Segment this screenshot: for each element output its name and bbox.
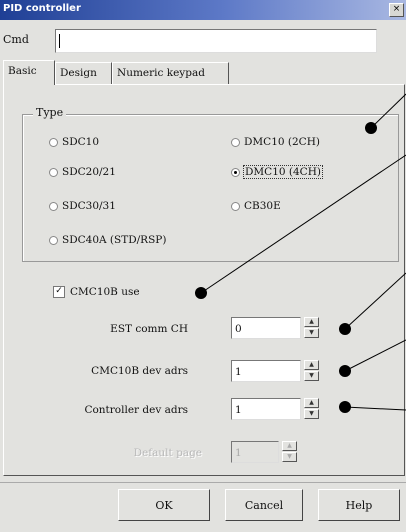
default-page-input: 1 [231,441,279,463]
spin-down-icon[interactable]: ▼ [304,409,319,419]
checkmark-icon: ✓ [53,286,65,298]
pid-controller-dialog: PID controller × Cmd Basic Design Numeri… [0,0,406,532]
title-bar[interactable]: PID controller × [0,0,406,20]
spin-down-icon[interactable]: ▼ [304,371,319,381]
radio-button-icon [231,137,240,147]
callout-dot [339,401,351,413]
radio-button-icon [49,235,58,245]
cmc10b-dev-adrs-stepper: ▲ ▼ [304,360,319,382]
close-button[interactable]: × [389,3,404,17]
controller-dev-adrs-label: Controller dev adrs [84,404,188,416]
type-group-title: Type [33,106,67,119]
default-page-stepper: ▲ ▼ [282,441,297,463]
radio-dmc10-2ch[interactable]: DMC10 (2CH) [231,136,320,148]
help-button[interactable]: Help [318,489,400,521]
controller-dev-adrs-input[interactable]: 1 [231,398,301,420]
cmc10b-use-label: CMC10B use [70,286,140,298]
command-label: Cmd [3,33,29,46]
radio-sdc10[interactable]: SDC10 [49,136,99,148]
radio-sdc30-31[interactable]: SDC30/31 [49,200,116,212]
spin-down-icon: ▼ [282,452,297,462]
radio-button-selected-icon [231,167,240,177]
spin-up-icon[interactable]: ▲ [304,317,319,327]
radio-button-icon [231,201,240,211]
radio-dmc10-4ch[interactable]: DMC10 (4CH) [231,165,323,179]
radio-label: SDC20/21 [62,166,116,178]
radio-cb30e[interactable]: CB30E [231,200,281,212]
radio-label: DMC10 (2CH) [244,136,320,148]
callout-dot [195,287,207,299]
tab-numeric-keypad[interactable]: Numeric keypad [112,62,229,84]
tab-basic[interactable]: Basic [3,60,55,85]
spin-down-icon[interactable]: ▼ [304,328,319,338]
window-title: PID controller [3,3,81,14]
controller-dev-adrs-stepper: ▲ ▼ [304,398,319,420]
callout-dot [339,323,351,335]
est-comm-ch-stepper: ▲ ▼ [304,317,319,339]
radio-label: SDC40A (STD/RSP) [62,234,167,246]
ok-button[interactable]: OK [118,489,210,521]
radio-sdc20-21[interactable]: SDC20/21 [49,166,116,178]
spin-up-icon: ▲ [282,441,297,451]
radio-button-icon [49,137,58,147]
callout-dot [365,122,377,134]
radio-label: SDC10 [62,136,100,148]
est-comm-ch-input[interactable]: 0 [231,317,301,339]
default-page-label: Default page [133,447,202,459]
spin-up-icon[interactable]: ▲ [304,360,319,370]
callout-dot [339,365,351,377]
radio-button-icon [49,167,58,177]
command-input[interactable] [55,29,377,53]
est-comm-ch-label: EST comm CH [110,323,188,335]
cancel-button[interactable]: Cancel [225,489,303,521]
command-row: Cmd [0,27,377,55]
spin-up-icon[interactable]: ▲ [304,398,319,408]
cmc10b-dev-adrs-input[interactable]: 1 [231,360,301,382]
radio-sdc40a[interactable]: SDC40A (STD/RSP) [49,234,166,246]
text-caret [59,34,60,48]
cmc10b-dev-adrs-label: CMC10B dev adrs [91,365,188,377]
tab-design[interactable]: Design [55,62,112,84]
radio-label: SDC30/31 [62,200,116,212]
radio-button-icon [49,201,58,211]
radio-label: DMC10 (4CH) [243,165,323,179]
cmc10b-use-checkbox[interactable]: ✓ CMC10B use [53,286,140,298]
radio-label: CB30E [244,200,281,212]
